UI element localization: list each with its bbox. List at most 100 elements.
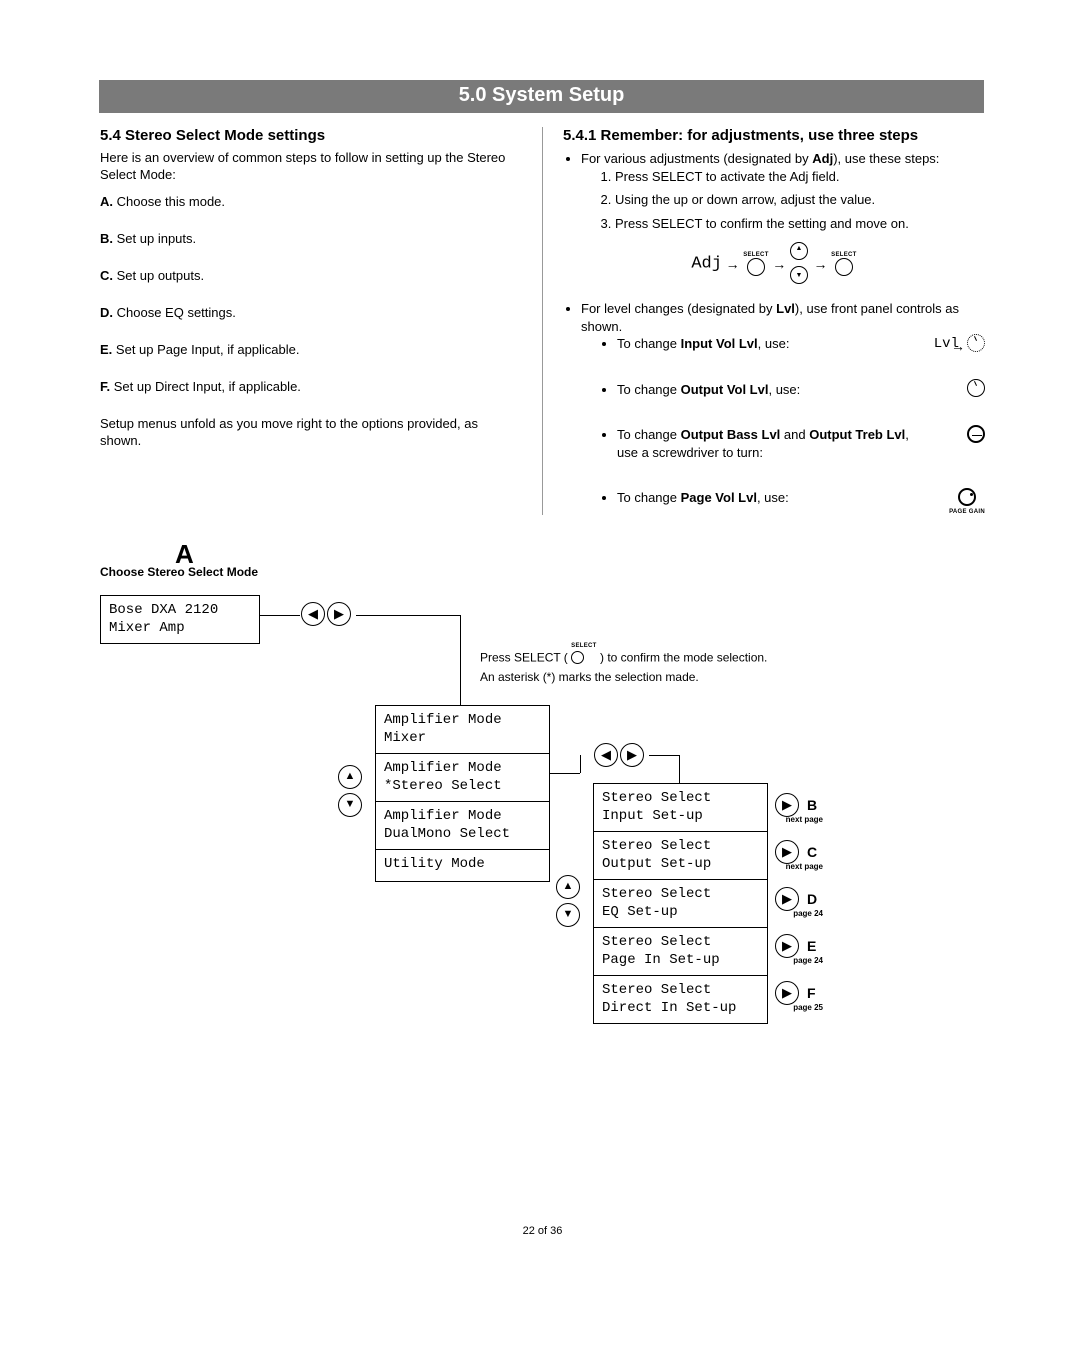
goto-marker: ▶ C next page: [775, 840, 799, 864]
arrow-right-icon: →: [726, 256, 740, 272]
text: Press SELECT (: [480, 650, 568, 664]
lcd-box-mode: Amplifier Mode *Stereo Select: [375, 753, 550, 802]
lvl-item: To change Input Vol Lvl, use: Lvl →: [617, 335, 985, 353]
flow-title: Choose Stereo Select Mode: [100, 565, 258, 579]
text: To change: [617, 427, 681, 442]
step-letter: D.: [100, 305, 113, 320]
lcd-box-sub: Stereo SelectDirect In Set-up: [593, 975, 768, 1024]
goto-letter: C: [807, 844, 817, 860]
lcd-line: Stereo Select: [602, 934, 711, 950]
two-column-layout: 5.4 Stereo Select Mode settings Here is …: [100, 127, 985, 515]
lcd-box-mode: Amplifier Mode Mixer: [375, 705, 550, 754]
nav-left-right: ◀▶: [300, 602, 352, 626]
up-arrow-icon: ▲: [338, 765, 362, 789]
select-knob-icon: [835, 258, 853, 276]
goto-letter: D: [807, 891, 817, 907]
connector: [649, 755, 679, 756]
select-knob-icon: [747, 258, 765, 276]
lcd-line: Mixer: [384, 730, 426, 746]
lcd-line: Stereo Select: [602, 790, 711, 806]
adj-step: Press SELECT to confirm the setting and …: [615, 215, 985, 233]
step-letter: B.: [100, 231, 113, 246]
lvl-intro-item: For level changes (designated by Lvl), u…: [581, 300, 985, 507]
text: To change: [617, 336, 681, 351]
step-letter: E.: [100, 342, 112, 357]
lcd-line: Output Set-up: [602, 856, 711, 872]
text: ) to confirm the mode selection.: [600, 650, 767, 664]
bold-text: Page Vol Lvl: [681, 490, 757, 505]
step-text: Set up outputs.: [117, 268, 204, 283]
goto-letter: F: [807, 985, 816, 1001]
adj-step: Using the up or down arrow, adjust the v…: [615, 191, 985, 209]
section-banner: 5.0 System Setup: [99, 80, 984, 113]
right-arrow-icon: ▶: [775, 793, 799, 817]
right-arrow-icon: ▶: [620, 743, 644, 767]
lcd-line: Stereo Select: [602, 886, 711, 902]
adj-outer-list: For various adjustments (designated by A…: [563, 150, 985, 232]
knob-slot-icon: [967, 424, 985, 443]
lvl-item: To change Output Bass Lvl and Output Tre…: [617, 426, 985, 461]
down-arrow-icon: ▼: [338, 793, 362, 817]
left-intro: Here is an overview of common steps to f…: [100, 150, 522, 184]
adj-ordered-list: Press SELECT to activate the Adj field. …: [581, 168, 985, 233]
nav-up-down: ▲ ▼: [556, 875, 580, 927]
knob-icon: [967, 379, 985, 398]
step-letter: C.: [100, 268, 113, 283]
step-letter: F.: [100, 379, 110, 394]
text: , use:: [768, 382, 800, 397]
knob-icon: [967, 333, 985, 352]
step-text: Set up Direct Input, if applicable.: [114, 379, 301, 394]
lcd-line: DualMono Select: [384, 826, 510, 842]
lcd-line: Bose DXA 2120: [109, 602, 218, 618]
arrow-right-icon: →: [814, 256, 828, 272]
select-caption: SELECT: [571, 643, 596, 649]
goto-note: next page: [779, 862, 823, 871]
goto-letter: E: [807, 938, 816, 954]
text: To change: [617, 490, 681, 505]
right-arrow-icon: ▶: [775, 934, 799, 958]
flow-diagram: A Choose Stereo Select Mode Bose DXA 212…: [100, 545, 985, 1025]
nav-up-down: ▲ ▼: [338, 765, 362, 817]
lcd-line: Amplifier Mode: [384, 760, 502, 776]
goto-marker: ▶ E page 24: [775, 934, 799, 958]
right-arrow-icon: ▶: [327, 602, 351, 626]
lcd-line: Stereo Select: [602, 982, 711, 998]
lcd-box-mode: Amplifier Mode DualMono Select: [375, 801, 550, 850]
page-footer: 22 of 36: [100, 1225, 985, 1237]
left-column: 5.4 Stereo Select Mode settings Here is …: [100, 127, 542, 515]
step-text: Choose this mode.: [117, 194, 225, 209]
lcd-box-sub: Stereo SelectPage In Set-up: [593, 927, 768, 976]
goto-marker: ▶ F page 25: [775, 981, 799, 1005]
select-knob-icon: [571, 651, 584, 664]
lcd-line: Stereo Select: [602, 838, 711, 854]
knob-icon: PAGE GAIN: [949, 487, 985, 516]
lcd-line: EQ Set-up: [602, 904, 678, 920]
adj-label: Adj: [691, 255, 722, 274]
step-text: Set up inputs.: [117, 231, 197, 246]
up-arrow-knob-icon: [790, 242, 808, 260]
right-arrow-icon: ▶: [775, 887, 799, 911]
connector: [679, 755, 680, 783]
lcd-line: Mixer Amp: [109, 620, 185, 636]
text: For various adjustments (designated by: [581, 151, 812, 166]
nav-left-right: ◀▶: [593, 743, 645, 767]
lcd-box-sub: Stereo Select EQ Set-up: [593, 879, 768, 928]
adj-intro-item: For various adjustments (designated by A…: [581, 150, 985, 232]
goto-marker: ▶ B next page: [775, 793, 799, 817]
left-step-list: A. Choose this mode. B. Set up inputs. C…: [100, 194, 522, 394]
lvl-list: To change Input Vol Lvl, use: Lvl → To c…: [581, 335, 985, 507]
mode-column: Amplifier Mode Mixer Amplifier Mode *Ster…: [375, 705, 550, 882]
lcd-box-sub: Stereo Select Output Set-up: [593, 831, 768, 880]
down-arrow-icon: ▼: [556, 903, 580, 927]
left-arrow-icon: ◀: [301, 602, 325, 626]
right-arrow-icon: ▶: [775, 840, 799, 864]
text: ), use these steps:: [833, 151, 939, 166]
lcd-box-start: Bose DXA 2120 Mixer Amp: [100, 595, 260, 644]
lcd-line: Input Set-up: [602, 808, 703, 824]
goto-marker: ▶ D page 24: [775, 887, 799, 911]
bold-text: Output Bass Lvl: [681, 427, 781, 442]
connector: [460, 615, 461, 705]
goto-letter: B: [807, 797, 817, 813]
lcd-line: *Stereo Select: [384, 778, 502, 794]
goto-note: page 24: [785, 909, 823, 918]
